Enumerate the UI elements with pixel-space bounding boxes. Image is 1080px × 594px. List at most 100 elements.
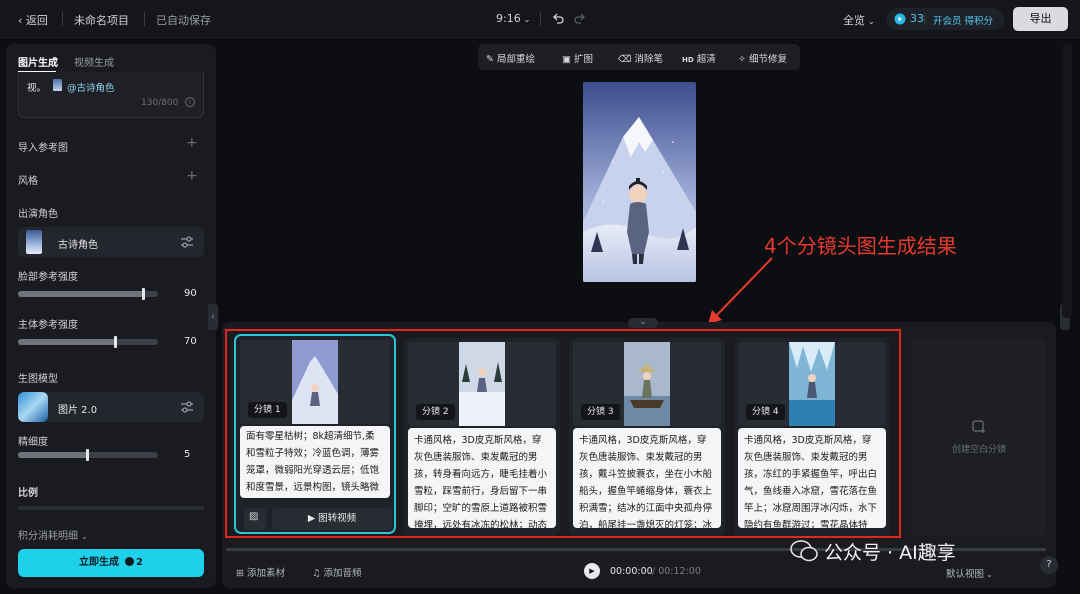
redo-icon[interactable] <box>574 12 586 24</box>
expand-icon: ▣ <box>562 54 571 65</box>
time-total: / 00:12:00 <box>652 566 701 577</box>
wechat-icon <box>790 540 818 562</box>
credit-coin-icon <box>894 13 906 25</box>
credits-pill[interactable]: 33 开会员 得积分 <box>886 8 1004 30</box>
image-toolbar: ✎ 局部重绘 ▣ 扩图 ⌫ 消除笔 HD 超清 ✧ 细节修复 <box>478 44 800 70</box>
divider <box>540 12 541 26</box>
chevron-down-icon: ⌄ <box>986 570 993 579</box>
save-status: 已自动保存 <box>156 14 211 27</box>
model-name: 图片 2.0 <box>58 405 98 416</box>
collapse-panel-handle[interactable]: ⌄ <box>628 318 658 328</box>
model-row[interactable]: 图片 2.0 <box>18 392 204 422</box>
tool-inpaint[interactable]: ✎ 局部重绘 <box>486 51 535 65</box>
add-style-icon[interactable]: + <box>186 168 198 184</box>
detail-slider[interactable] <box>18 449 158 461</box>
model-thumb <box>18 392 48 422</box>
add-image-icon: ⊞ <box>236 568 247 579</box>
character-thumb-icon <box>53 79 62 91</box>
project-name[interactable]: 未命名项目 <box>74 12 129 28</box>
view-select[interactable]: 全览 ⌄ <box>843 12 875 28</box>
create-blank-shot[interactable]: 创建空白分镜 <box>912 338 1046 536</box>
prompt-mention: @古诗角色 <box>67 83 115 94</box>
slider-handle[interactable] <box>114 336 117 348</box>
slider-fill <box>18 452 88 458</box>
tool-detail-fix[interactable]: ✧ 细节修复 <box>738 51 787 65</box>
chevron-left-icon: ‹ <box>18 14 26 27</box>
play-button[interactable]: ▶ <box>584 563 600 579</box>
annotation-callout: 4个分镜头图生成结果 <box>764 234 957 258</box>
annotation-highlight-box <box>225 329 901 538</box>
add-ref-icon[interactable]: + <box>186 135 198 151</box>
slider-fill <box>18 339 116 345</box>
subject-ref-label: 主体参考强度 <box>18 320 78 331</box>
slider-handle[interactable] <box>86 449 89 461</box>
face-ref-value: 90 <box>184 288 197 299</box>
cast-label: 出演角色 <box>18 209 58 220</box>
info-icon[interactable]: i <box>185 97 195 107</box>
blank-shot-label: 创建空白分镜 <box>951 445 1006 455</box>
divider <box>18 506 204 510</box>
model-label: 生图模型 <box>18 374 58 385</box>
eraser-icon: ⌫ <box>618 54 632 65</box>
divider <box>144 12 145 26</box>
right-rail <box>1062 44 1072 318</box>
face-ref-label: 脸部参考强度 <box>18 272 78 283</box>
brush-icon: ✎ <box>486 54 494 65</box>
add-audio-button[interactable]: ♫ 添加音频 <box>312 565 362 579</box>
ratio-label: 比例 <box>18 488 38 499</box>
slider-handle[interactable] <box>142 288 145 300</box>
char-count: 130/800 <box>141 98 179 108</box>
help-icon[interactable]: ? <box>1040 556 1058 574</box>
tool-upscale[interactable]: HD 超清 <box>682 51 716 65</box>
member-link[interactable]: 开会员 得积分 <box>933 13 993 27</box>
import-ref-label: 导入参考图 <box>18 143 68 154</box>
add-material-button[interactable]: ⊞ 添加素材 <box>236 565 285 579</box>
divider <box>924 13 925 25</box>
music-icon: ♫ <box>312 568 324 579</box>
top-bar: ‹ 返回 未命名项目 已自动保存 9:16 ⌄ 全览 ⌄ 33 开会员 得积分 导出 <box>0 0 1080 38</box>
chevron-down-icon: ⌄ <box>868 17 875 26</box>
slider-fill <box>18 291 144 297</box>
magic-wand-icon: ✧ <box>738 54 746 65</box>
watermark: 公众号 · AI趣享 <box>790 536 1050 566</box>
divider <box>62 12 63 26</box>
generate-button[interactable]: 立即生成 2 <box>18 549 204 577</box>
tab-video-gen[interactable]: 视频生成 <box>74 54 114 69</box>
tool-eraser[interactable]: ⌫ 消除笔 <box>618 51 663 65</box>
annotation-arrow-icon <box>708 257 773 324</box>
export-button[interactable]: 导出 <box>1013 7 1068 31</box>
subject-ref-slider[interactable] <box>18 336 158 348</box>
tab-image-gen[interactable]: 图片生成 <box>18 54 58 69</box>
collapse-sidebar-handle[interactable]: ‹ <box>208 304 218 330</box>
back-button[interactable]: ‹ 返回 <box>18 12 48 28</box>
subject-ref-value: 70 <box>184 336 197 347</box>
prompt-textarea[interactable]: 视。 @古诗角色 130/800 i <box>18 72 204 118</box>
prompt-text: 视。 <box>27 83 47 94</box>
detail-label: 精细度 <box>18 437 48 448</box>
view-mode-select[interactable]: 默认视图 ⌄ <box>946 566 993 580</box>
coin-icon <box>125 557 135 566</box>
chevron-down-icon: ⌄ <box>523 15 531 24</box>
ratio-select[interactable]: 9:16 ⌄ <box>496 12 530 25</box>
character-avatar <box>26 230 42 254</box>
adjust-icon[interactable] <box>180 235 194 249</box>
hd-icon: HD <box>682 56 694 64</box>
add-frame-icon <box>972 420 985 433</box>
chevron-down-icon: ⌄ <box>81 532 88 541</box>
undo-icon[interactable] <box>552 12 564 24</box>
snow-mountain-boy-image <box>583 82 696 282</box>
credit-count: 33 <box>910 12 924 25</box>
face-ref-slider[interactable] <box>18 288 158 300</box>
tool-expand[interactable]: ▣ 扩图 <box>562 51 593 65</box>
watermark-text: 公众号 · AI趣享 <box>824 542 956 564</box>
cost-detail-toggle[interactable]: 积分消耗明细 ⌄ <box>18 527 88 542</box>
detail-value: 5 <box>184 449 191 460</box>
main-preview-image[interactable] <box>583 82 696 282</box>
style-label: 风格 <box>18 176 38 187</box>
adjust-icon[interactable] <box>180 400 194 414</box>
left-sidebar: 图片生成 视频生成 视。 @古诗角色 130/800 i 导入参考图 + 风格 … <box>6 44 216 588</box>
play-icon: ▶ <box>589 567 595 575</box>
character-name: 古诗角色 <box>58 240 98 251</box>
character-row[interactable]: 古诗角色 <box>18 227 204 257</box>
time-current: 00:00:00 <box>610 566 653 577</box>
